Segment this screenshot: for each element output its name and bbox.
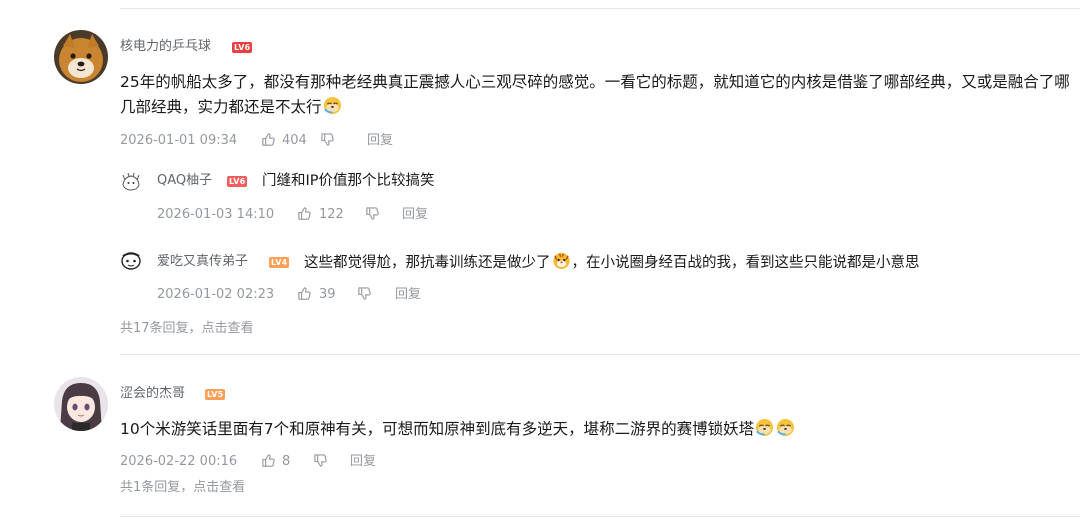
level-badge: LV6 — [227, 176, 248, 187]
dislike-button[interactable] — [313, 453, 328, 472]
doge-emoji — [777, 418, 795, 437]
reply-time: 2026-01-02 02:23 — [157, 287, 275, 302]
view-more-replies[interactable]: 共17条回复，点击查看 — [120, 320, 254, 338]
like-button[interactable] — [261, 132, 276, 151]
reply-button[interactable]: 回复 — [367, 132, 393, 150]
reply-meta: 2026-01-03 14:10 122 回复 — [157, 206, 457, 224]
comment-text: 25年的帆船太多了，都没有那种老经典真正震撼人心三观尽碎的感觉。一看它的标题，就… — [120, 73, 1070, 116]
level-badge: LV5 — [205, 389, 226, 400]
comment-meta: 2026-01-01 09:34 404 回复 — [120, 132, 420, 150]
like-count: 39 — [319, 287, 336, 302]
reply-text: 门缝和IP价值那个比较搞笑 — [262, 173, 435, 189]
level-badge: LV6 — [232, 42, 253, 53]
like-button[interactable] — [297, 286, 312, 305]
doge-emoji — [323, 96, 341, 115]
reply-button[interactable]: 回复 — [350, 453, 376, 471]
thumb-up-icon — [262, 133, 275, 146]
comment-username[interactable]: 涩会的杰哥 — [120, 385, 185, 403]
tiger-emoji — [552, 252, 570, 270]
dislike-button[interactable] — [320, 132, 335, 151]
view-more-replies[interactable]: 共1条回复，点击查看 — [120, 479, 245, 497]
reply-username[interactable]: QAQ柚子 — [157, 172, 212, 190]
dislike-button[interactable] — [365, 206, 380, 225]
like-count: 8 — [282, 454, 291, 469]
avatar-shiba[interactable] — [54, 30, 108, 84]
reply-button[interactable]: 回复 — [402, 206, 428, 224]
comment-time: 2026-02-22 00:16 — [120, 454, 238, 469]
reply-text: 这些都觉得尬，那抗毒训练还是做少了 ，在小说圈身经百战的我，看到这些只能说都是小意… — [304, 251, 920, 274]
thumb-up-icon — [262, 454, 275, 467]
thumb-down-icon — [358, 287, 371, 300]
comment-username[interactable]: 核电力的乒乓球 — [120, 38, 211, 56]
level-badge: LV4 — [269, 257, 290, 268]
thumb-down-icon — [321, 133, 334, 146]
like-count: 404 — [282, 133, 307, 148]
dislike-button[interactable] — [357, 286, 372, 305]
thumb-down-icon — [314, 454, 327, 467]
like-count: 122 — [319, 207, 344, 222]
like-button[interactable] — [297, 206, 312, 225]
doge-emoji — [756, 418, 774, 437]
reply-time: 2026-01-03 14:10 — [157, 207, 275, 222]
reply-avatar[interactable] — [120, 171, 142, 193]
reply-button[interactable]: 回复 — [395, 286, 421, 304]
reply-meta: 2026-01-02 02:23 39 回复 — [157, 286, 457, 304]
top-divider — [120, 8, 1080, 9]
reply-avatar[interactable] — [120, 250, 142, 272]
comment-content: 10个米游笑话里面有7个和原神有关，可想而知原神到底有多逆天，堪称二游界的赛博锁… — [120, 417, 1075, 442]
reply-text-after: ，在小说圈身经百战的我，看到这些只能说都是小意思 — [571, 255, 920, 271]
comment-time: 2026-01-01 09:34 — [120, 133, 238, 148]
comment-divider — [120, 354, 1080, 355]
thumb-up-icon — [298, 207, 311, 220]
like-button[interactable] — [261, 453, 276, 472]
thumb-up-icon — [298, 287, 311, 300]
bottom-divider — [120, 516, 1080, 517]
avatar-anime-girl[interactable] — [54, 377, 108, 431]
thumb-down-icon — [366, 207, 379, 220]
reply-text-before: 这些都觉得尬，那抗毒训练还是做少了 — [304, 255, 551, 271]
reply-username[interactable]: 爱吃又真传弟子 — [157, 253, 248, 271]
comment-text: 10个米游笑话里面有7个和原神有关，可想而知原神到底有多逆天，堪称二游界的赛博锁… — [120, 420, 755, 438]
comment-content: 25年的帆船太多了，都没有那种老经典真正震撼人心三观尽碎的感觉。一看它的标题，就… — [120, 70, 1075, 120]
comment-meta: 2026-02-22 00:16 8 回复 — [120, 453, 420, 471]
